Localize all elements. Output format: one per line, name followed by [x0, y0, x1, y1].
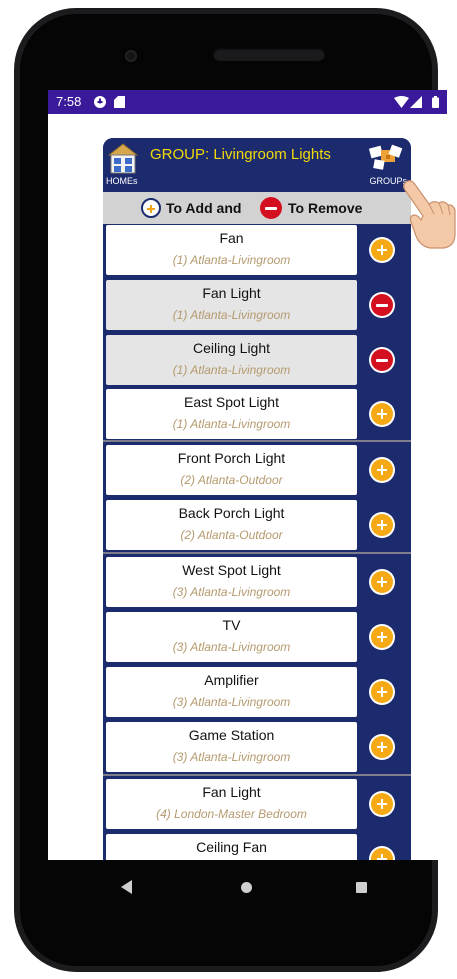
add-device-button[interactable]: [371, 736, 393, 758]
homes-button-label[interactable]: HOMEs: [106, 176, 138, 186]
device-card[interactable]: Fan Light (1) Atlanta-Livingroom: [106, 280, 357, 330]
device-name: Ceiling Light: [192, 340, 271, 356]
device-row[interactable]: Front Porch Light (2) Atlanta-Outdoor: [103, 444, 411, 496]
house-icon[interactable]: [108, 142, 138, 174]
group-editor-panel: GROUP: Livingroom Lights HOMEs GROUPs To…: [103, 138, 411, 860]
device-row[interactable]: TV (3) Atlanta-Livingroom: [103, 611, 411, 663]
device-room: (2) Atlanta-Outdoor: [180, 473, 283, 487]
pointing-hand-icon: [403, 180, 456, 249]
device-card[interactable]: TV (3) Atlanta-Livingroom: [106, 612, 357, 662]
device-row[interactable]: Fan (1) Atlanta-Livingroom: [103, 224, 411, 276]
remove-device-button[interactable]: [371, 294, 393, 316]
device-card[interactable]: West Spot Light (3) Atlanta-Livingroom: [106, 557, 357, 607]
device-room: (1) Atlanta-Livingroom: [172, 363, 291, 377]
device-row[interactable]: Game Station (3) Atlanta-Livingroom: [103, 721, 411, 773]
device-name: Back Porch Light: [178, 505, 285, 521]
add-device-button[interactable]: [371, 459, 393, 481]
device-name: Ceiling Fan: [196, 839, 267, 855]
device-room: (1) Atlanta-Livingroom: [172, 417, 291, 431]
group-divider: [103, 440, 411, 442]
device-name: Fan Light: [202, 285, 261, 301]
device-name: Amplifier: [204, 672, 259, 688]
device-row[interactable]: Fan Light (1) Atlanta-Livingroom: [103, 279, 411, 331]
device-row[interactable]: Back Porch Light (2) Atlanta-Outdoor: [103, 499, 411, 551]
device-card[interactable]: Game Station (3) Atlanta-Livingroom: [106, 722, 357, 772]
battery-icon: [432, 96, 439, 108]
minus-circle-icon: [260, 197, 282, 219]
device-room: (3) Atlanta-Livingroom: [172, 750, 291, 764]
back-icon[interactable]: [121, 880, 132, 894]
status-time: 7:58: [56, 94, 82, 109]
groups-boxes-icon[interactable]: [368, 142, 404, 174]
device-card[interactable]: Ceiling Fan: [106, 834, 357, 860]
device-row[interactable]: West Spot Light (3) Atlanta-Livingroom: [103, 556, 411, 608]
plus-circle-icon: [141, 198, 161, 218]
device-card[interactable]: Front Porch Light (2) Atlanta-Outdoor: [106, 445, 357, 495]
app-header: GROUP: Livingroom Lights HOMEs GROUPs: [103, 138, 411, 192]
wifi-icon: [394, 96, 409, 108]
device-name: Game Station: [188, 727, 275, 743]
device-row[interactable]: Amplifier (3) Atlanta-Livingroom: [103, 666, 411, 718]
legend-remove-text: To Remove: [288, 200, 363, 216]
page-title: GROUP: Livingroom Lights: [150, 146, 331, 163]
device-room: (3) Atlanta-Livingroom: [172, 640, 291, 654]
device-card[interactable]: Fan Light (4) London-Master Bedroom: [106, 779, 357, 829]
add-device-button[interactable]: [371, 239, 393, 261]
device-room: (1) Atlanta-Livingroom: [172, 308, 291, 322]
front-camera: [125, 50, 137, 62]
device-name: TV: [222, 617, 241, 633]
device-card[interactable]: Amplifier (3) Atlanta-Livingroom: [106, 667, 357, 717]
device-card[interactable]: Back Porch Light (2) Atlanta-Outdoor: [106, 500, 357, 550]
remove-device-button[interactable]: [371, 349, 393, 371]
home-icon[interactable]: [241, 882, 252, 893]
device-name: West Spot Light: [182, 562, 281, 578]
group-divider: [103, 552, 411, 554]
notification-icon: [114, 96, 125, 108]
legend-add-text: To Add and: [166, 200, 242, 216]
add-device-button[interactable]: [371, 514, 393, 536]
device-card[interactable]: East Spot Light (1) Atlanta-Livingroom: [106, 389, 357, 439]
earpiece-speaker: [213, 48, 325, 61]
device-row[interactable]: Fan Light (4) London-Master Bedroom: [103, 778, 411, 830]
device-name: Fan Light: [202, 784, 261, 800]
device-row[interactable]: East Spot Light (1) Atlanta-Livingroom: [103, 388, 411, 440]
add-device-button[interactable]: [371, 403, 393, 425]
device-room: (1) Atlanta-Livingroom: [172, 253, 291, 267]
device-row[interactable]: Ceiling Fan: [103, 833, 411, 860]
cell-signal-icon: [410, 96, 422, 108]
recents-icon[interactable]: [356, 882, 367, 893]
device-card[interactable]: Ceiling Light (1) Atlanta-Livingroom: [106, 335, 357, 385]
device-room: (2) Atlanta-Outdoor: [180, 528, 283, 542]
android-nav-bar: [48, 860, 447, 916]
device-row[interactable]: Ceiling Light (1) Atlanta-Livingroom: [103, 334, 411, 386]
phone-screen: 7:58 GROUP: Livingroom Lights HOMEs GROU…: [48, 90, 447, 860]
device-room: (3) Atlanta-Livingroom: [172, 695, 291, 709]
device-name: Fan: [219, 230, 244, 246]
status-bar: 7:58: [48, 90, 447, 114]
group-divider: [103, 774, 411, 776]
add-device-button[interactable]: [371, 848, 393, 860]
add-device-button[interactable]: [371, 571, 393, 593]
device-room: (4) London-Master Bedroom: [156, 807, 307, 821]
device-card[interactable]: Fan (1) Atlanta-Livingroom: [106, 225, 357, 275]
device-name: East Spot Light: [184, 394, 279, 410]
device-room: (3) Atlanta-Livingroom: [172, 585, 291, 599]
add-device-button[interactable]: [371, 793, 393, 815]
device-name: Front Porch Light: [177, 450, 286, 466]
add-remove-legend: To Add and To Remove: [103, 192, 411, 224]
add-device-button[interactable]: [371, 681, 393, 703]
sync-icon: [94, 96, 106, 108]
add-device-button[interactable]: [371, 626, 393, 648]
